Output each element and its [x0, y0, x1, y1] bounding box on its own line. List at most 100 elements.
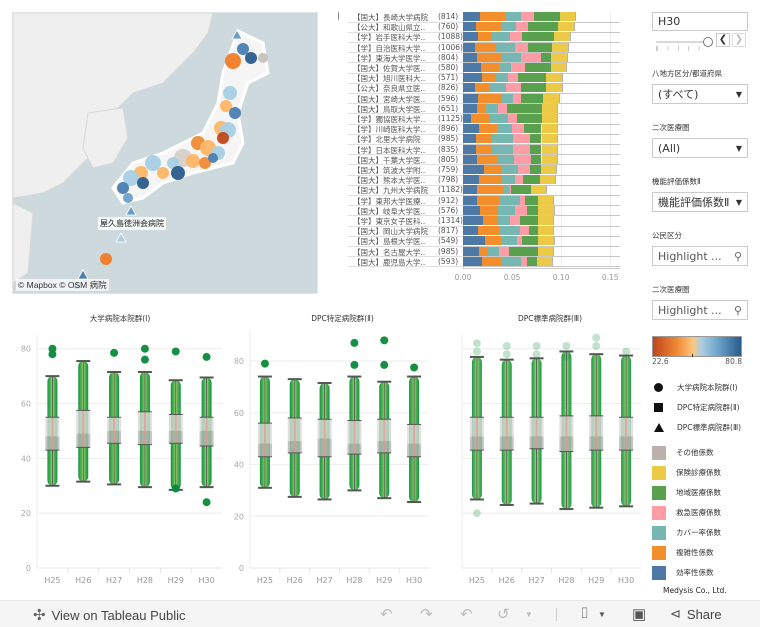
outlier-point[interactable] — [532, 350, 541, 359]
bar-segment-複雑性係数[interactable] — [482, 216, 498, 225]
stacked-bar[interactable] — [463, 22, 620, 32]
color-legend-item[interactable]: その他係数 — [652, 445, 748, 460]
stacked-bar[interactable] — [463, 216, 620, 226]
stacked-bar[interactable] — [463, 185, 620, 195]
box-H25[interactable] — [257, 359, 272, 489]
bar-segment-カバー率係数[interactable] — [492, 32, 511, 42]
bar-segment-保険診療係数[interactable] — [542, 114, 558, 123]
color-legend-item[interactable]: 救急医療係数 — [652, 505, 748, 520]
bar-segment-効率性係数[interactable] — [463, 236, 485, 246]
stacked-bar[interactable] — [463, 205, 620, 216]
bar-segment-カバー率係数[interactable] — [497, 124, 513, 134]
bar-segment-その他係数[interactable] — [554, 205, 556, 215]
bar-segment-保険診療係数[interactable] — [541, 134, 558, 144]
bar-segment-その他係数[interactable] — [553, 246, 555, 256]
bar-segment-その他係数[interactable] — [557, 144, 559, 154]
ranking-row[interactable]: 【国大】千葉大学医.. (805) — [330, 154, 630, 165]
map-canvas[interactable] — [13, 13, 318, 294]
bar-segment-地域医療係数[interactable] — [521, 32, 555, 42]
bar-segment-効率性係数[interactable] — [463, 226, 478, 236]
outlier-point[interactable] — [562, 341, 571, 350]
hospital-marker[interactable] — [137, 177, 149, 189]
outlier-point[interactable] — [622, 347, 631, 356]
outlier-point[interactable] — [380, 360, 389, 369]
bar-segment-効率性係数[interactable] — [463, 165, 484, 174]
outlier-point[interactable] — [202, 498, 211, 507]
box-H26[interactable] — [76, 360, 91, 483]
bar-segment-地域医療係数[interactable] — [516, 114, 543, 123]
outlier-point[interactable] — [562, 352, 571, 361]
ranking-row[interactable]: 【国大】旭川医科大.. (571) — [330, 73, 630, 83]
bar-segment-地域医療係数[interactable] — [526, 205, 538, 215]
ranking-row[interactable]: 【国大】岐阜大学医.. (576) — [330, 205, 630, 216]
hospital-marker[interactable] — [186, 154, 200, 168]
bar-segment-保険診療係数[interactable] — [541, 144, 558, 154]
bar-segment-保険診療係数[interactable] — [540, 165, 557, 174]
bar-segment-カバー率係数[interactable] — [492, 134, 514, 144]
hospital-marker[interactable] — [229, 107, 241, 119]
ranking-row[interactable]: 【国大】島根大学医.. (549) — [330, 236, 630, 246]
bar-segment-複雑性係数[interactable] — [481, 256, 502, 266]
bar-segment-効率性係数[interactable] — [463, 185, 477, 195]
bar-segment-複雑性係数[interactable] — [480, 12, 506, 21]
ranking-row[interactable]: 【学】北里大学病院 (985) — [330, 134, 630, 144]
bar-segment-複雑性係数[interactable] — [470, 114, 489, 123]
bar-segment-効率性係数[interactable] — [463, 22, 476, 32]
ranking-row[interactable]: 【学】獨協医科大学.. (1125) — [330, 114, 630, 124]
stacked-bar[interactable] — [463, 144, 620, 155]
stacked-bar[interactable] — [463, 165, 620, 175]
box-H26[interactable] — [287, 378, 302, 498]
ranking-row[interactable]: 【公大】奈良県立医.. (826) — [330, 83, 630, 93]
bar-segment-地域医療係数[interactable] — [507, 103, 542, 113]
hospital-marker-triangle[interactable] — [125, 205, 137, 216]
bar-segment-効率性係数[interactable] — [463, 114, 471, 123]
bar-segment-その他係数[interactable] — [556, 165, 558, 174]
stacked-bar[interactable] — [463, 42, 620, 53]
hospital-marker[interactable] — [237, 43, 249, 55]
bar-segment-その他係数[interactable] — [553, 216, 555, 225]
bar-segment-保険診療係数[interactable] — [543, 93, 560, 103]
color-legend-item[interactable]: カバー率係数 — [652, 525, 748, 540]
year-slider-track[interactable] — [656, 41, 708, 43]
stacked-bar[interactable] — [463, 32, 620, 42]
ranking-row[interactable]: 【国大】鹿児島大学.. (593) — [330, 256, 630, 267]
bar-segment-地域医療係数[interactable] — [509, 246, 538, 256]
hospital-marker[interactable] — [171, 166, 185, 180]
bar-segment-救急医療係数[interactable] — [510, 32, 522, 42]
bar-segment-その他係数[interactable] — [566, 63, 567, 72]
outlier-point[interactable] — [502, 350, 511, 359]
bar-segment-カバー率係数[interactable] — [501, 175, 515, 185]
year-input[interactable]: H30 — [652, 12, 748, 31]
bar-segment-カバー率係数[interactable] — [500, 226, 520, 236]
bar-segment-地域医療係数[interactable] — [520, 83, 547, 93]
bar-segment-その他係数[interactable] — [552, 256, 554, 266]
bar-segment-地域医療係数[interactable] — [524, 195, 538, 205]
bar-segment-カバー率係数[interactable] — [485, 103, 499, 113]
bar-segment-地域医療係数[interactable] — [534, 12, 560, 21]
bar-segment-救急医療係数[interactable] — [515, 205, 527, 215]
box-H25[interactable] — [469, 339, 484, 518]
outlier-point[interactable] — [410, 363, 419, 372]
view-on-tableau-link[interactable]: ✣ View on Tableau Public — [33, 606, 186, 624]
color-legend-item[interactable]: 効率性係数 — [652, 565, 748, 580]
ranking-row[interactable]: 【学】東京女子医科.. (1314) — [330, 216, 630, 226]
bar-segment-保険診療係数[interactable] — [541, 154, 558, 164]
bar-segment-効率性係数[interactable] — [463, 52, 477, 62]
hospital-marker-triangle[interactable] — [77, 269, 89, 280]
bar-segment-効率性係数[interactable] — [463, 42, 475, 52]
bar-segment-効率性係数[interactable] — [463, 256, 482, 266]
ranking-row[interactable]: 【国大】九州大学病院 (1182) — [330, 185, 630, 195]
hospital-marker[interactable] — [225, 53, 241, 69]
bar-segment-その他係数[interactable] — [557, 134, 559, 144]
stacked-bar[interactable] — [463, 12, 620, 22]
hospital-marker[interactable] — [117, 182, 129, 194]
bar-segment-地域医療係数[interactable] — [526, 256, 537, 266]
shape-legend-item[interactable]: 大学病院本院群(Ⅰ) — [652, 381, 748, 394]
bar-segment-効率性係数[interactable] — [463, 63, 481, 72]
bar-segment-保険診療係数[interactable] — [539, 175, 556, 185]
bar-segment-地域医療係数[interactable] — [530, 154, 542, 164]
hospital-marker[interactable] — [208, 153, 218, 163]
bar-segment-カバー率係数[interactable] — [502, 93, 514, 103]
hospital-marker[interactable] — [100, 253, 112, 265]
bar-segment-その他係数[interactable] — [554, 236, 556, 246]
